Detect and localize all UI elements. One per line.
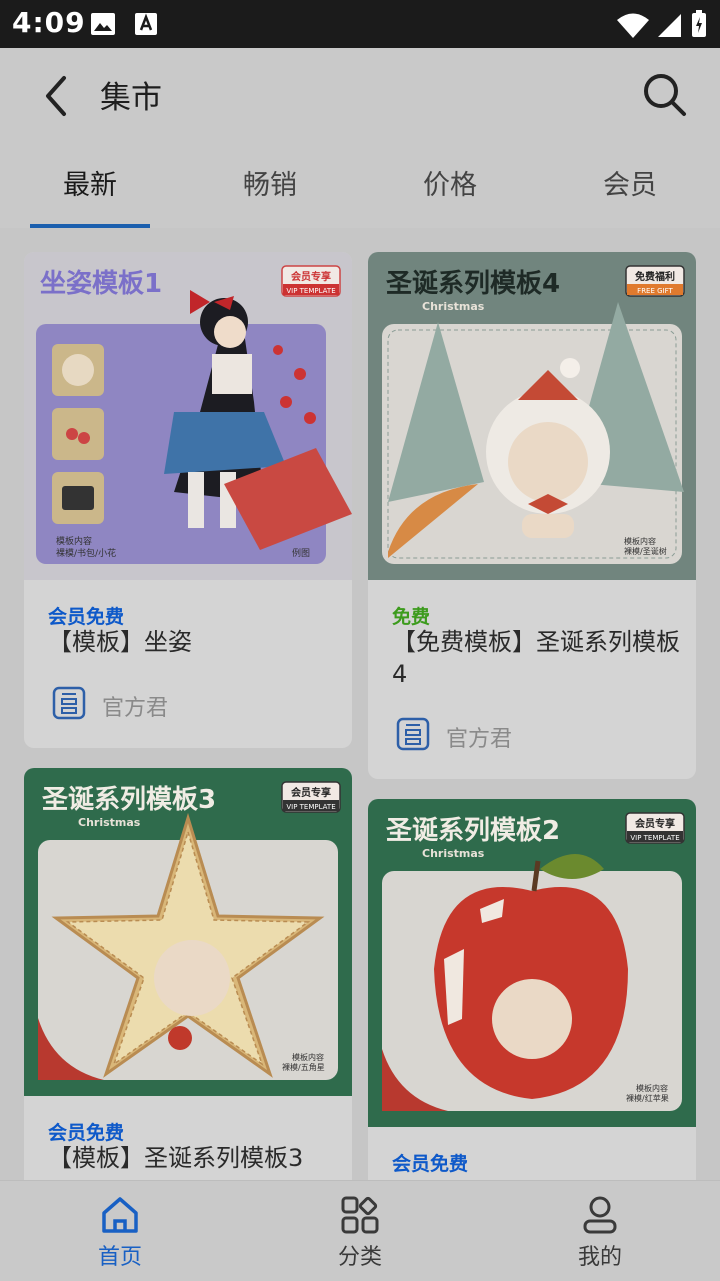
nav-profile[interactable]: 我的 xyxy=(480,1181,720,1281)
back-arrow-icon[interactable] xyxy=(36,74,76,118)
template-feed[interactable]: 坐姿模板1 会员专享 VIP TEMPLATE 模板内容 裸模/书包/小花 例图… xyxy=(0,228,720,1180)
free-badge: 免费 xyxy=(392,606,431,628)
home-icon xyxy=(102,1197,138,1233)
bottom-navigation: 首页 分类 我的 xyxy=(0,1180,720,1281)
user-icon xyxy=(583,1196,617,1234)
thumb-title: 坐姿模板1 xyxy=(40,269,162,299)
status-bar: 4:09 xyxy=(0,0,720,48)
nav-home[interactable]: 首页 xyxy=(0,1181,240,1281)
thumb-subtitle: Christmas xyxy=(78,816,141,829)
tab-member[interactable]: 会员 xyxy=(540,140,720,228)
thumb-tag-sub: FREE GIFT xyxy=(637,287,673,295)
nav-profile-label: 我的 xyxy=(577,1245,622,1270)
thumb-note: 模板内容 xyxy=(624,536,656,546)
template-thumbnail[interactable]: 圣诞系列模板4 Christmas 免费福利 FREE GIFT 模板内容 裸模… xyxy=(368,252,696,580)
tab-bar: 最新 畅销 价格 会员 xyxy=(0,140,720,228)
grid-icon xyxy=(341,1196,379,1234)
tab-bestselling[interactable]: 畅销 xyxy=(180,140,360,228)
thumb-subtitle: Christmas xyxy=(422,847,485,860)
thumb-tag: 免费福利 xyxy=(635,270,675,283)
template-thumbnail[interactable]: 圣诞系列模板3 Christmas 会员专享 VIP TEMPLATE 模板内容… xyxy=(24,768,352,1096)
thumb-tag: 会员专享 xyxy=(291,270,331,283)
thumb-tag: 会员专享 xyxy=(291,786,331,799)
thumb-title: 圣诞系列模板3 xyxy=(42,785,216,815)
template-card[interactable]: 圣诞系列模板2 Christmas 会员专享 VIP TEMPLATE 模板内容… xyxy=(368,799,696,1180)
template-card[interactable]: 坐姿模板1 会员专享 VIP TEMPLATE 模板内容 裸模/书包/小花 例图… xyxy=(24,252,352,748)
card-title: 【模板】圣诞系列模板3 xyxy=(48,1144,304,1172)
search-icon[interactable] xyxy=(640,70,688,118)
author-name: 官方君 xyxy=(446,727,513,752)
nav-category[interactable]: 分类 xyxy=(240,1181,480,1281)
wifi-icon xyxy=(617,13,649,38)
vip-free-badge: 会员免费 xyxy=(48,1122,125,1144)
thumb-tag: 会员专享 xyxy=(635,817,675,830)
page-title: 集市 xyxy=(100,80,162,116)
thumb-note: 裸模/五角星 xyxy=(282,1062,325,1072)
author-name: 官方君 xyxy=(102,696,169,721)
thumb-note: 裸模/红苹果 xyxy=(626,1093,669,1103)
template-card[interactable]: 圣诞系列模板3 Christmas 会员专享 VIP TEMPLATE 模板内容… xyxy=(24,768,352,1180)
image-notification-icon xyxy=(91,13,115,35)
tab-latest[interactable]: 最新 xyxy=(0,140,180,228)
thumb-tag-sub: VIP TEMPLATE xyxy=(630,834,679,842)
thumb-note: 模板内容 xyxy=(56,535,92,547)
vip-free-badge: 会员免费 xyxy=(48,606,125,628)
nav-category-label: 分类 xyxy=(337,1245,382,1270)
cellular-icon xyxy=(658,14,681,37)
card-title: 【免费模板】圣诞系列模板4 xyxy=(392,628,680,688)
thumb-note: 裸模/书包/小花 xyxy=(56,547,116,559)
battery-charging-icon xyxy=(692,10,706,37)
official-author-icon xyxy=(52,686,86,720)
thumb-note: 裸模/圣诞树 xyxy=(624,546,667,556)
nav-home-label: 首页 xyxy=(97,1245,142,1270)
template-card[interactable]: 圣诞系列模板4 Christmas 免费福利 FREE GIFT 模板内容 裸模… xyxy=(368,252,696,779)
thumb-tag-sub: VIP TEMPLATE xyxy=(286,803,335,811)
thumb-note: 模板内容 xyxy=(292,1052,324,1062)
card-title: 【模板】坐姿 xyxy=(48,628,192,656)
thumb-note: 例图 xyxy=(292,547,310,559)
status-time: 4:09 xyxy=(12,6,86,39)
text-notification-icon xyxy=(135,13,157,35)
app-bar: 集市 xyxy=(0,48,720,140)
vip-free-badge: 会员免费 xyxy=(392,1153,469,1175)
official-author-icon xyxy=(396,717,430,751)
thumb-tag-sub: VIP TEMPLATE xyxy=(286,287,335,295)
thumb-title: 圣诞系列模板2 xyxy=(386,816,560,846)
thumb-title: 圣诞系列模板4 xyxy=(386,269,560,299)
thumb-note: 模板内容 xyxy=(636,1083,668,1093)
thumb-subtitle: Christmas xyxy=(422,300,485,313)
tab-price[interactable]: 价格 xyxy=(360,140,540,228)
template-thumbnail[interactable]: 坐姿模板1 会员专享 VIP TEMPLATE 模板内容 裸模/书包/小花 例图 xyxy=(24,252,352,580)
template-thumbnail[interactable]: 圣诞系列模板2 Christmas 会员专享 VIP TEMPLATE 模板内容… xyxy=(368,799,696,1127)
